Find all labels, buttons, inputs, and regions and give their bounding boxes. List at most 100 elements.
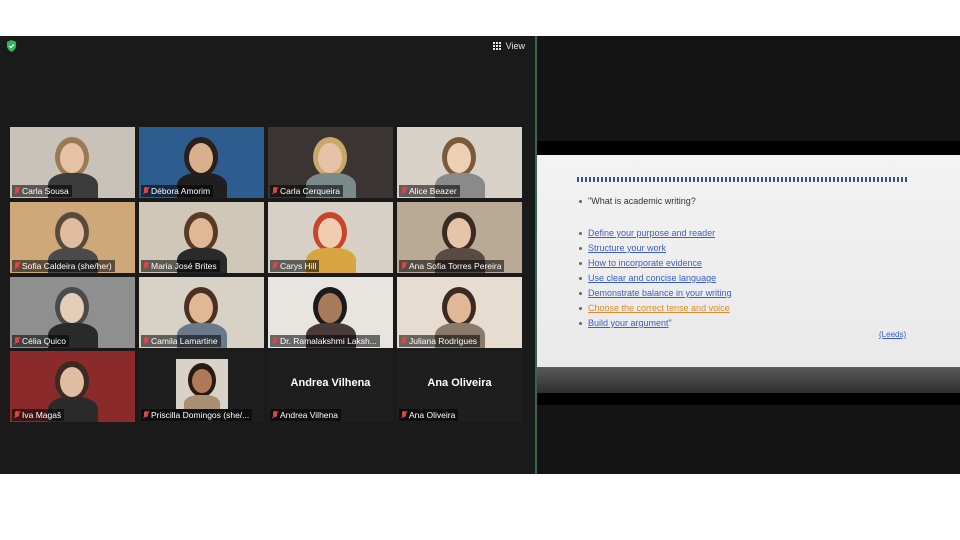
person-face — [318, 143, 342, 173]
participant-name-tag: Maria José Brites — [141, 260, 220, 272]
slide-link[interactable]: How to incorporate evidence — [588, 258, 702, 268]
slide-link-list: Define your purpose and reader Structure … — [579, 226, 732, 331]
gallery-view: View Carla Sousa Débora Amorim Carla Cerqu… — [0, 36, 535, 474]
slide-list-item: How to incorporate evidence — [579, 256, 732, 271]
person-face — [60, 143, 84, 173]
participant-tile[interactable]: Célia Quico — [10, 277, 135, 348]
slide-list-item: Define your purpose and reader — [579, 226, 732, 241]
participant-tile[interactable]: Alice Beazer — [397, 127, 522, 198]
person-face — [60, 293, 84, 323]
participant-tile[interactable]: Priscilla Domingos (she/... — [139, 351, 264, 422]
participant-tile[interactable]: Dr. Ramalakshmi Laksh... — [268, 277, 393, 348]
person-face — [318, 293, 342, 323]
participant-name-tag: Sofia Caldeira (she/her) — [12, 260, 115, 272]
slide-question-text: "What is academic writing? — [588, 196, 696, 206]
muted-mic-icon — [14, 411, 20, 419]
bullet-icon — [579, 307, 582, 311]
muted-mic-icon — [14, 262, 20, 270]
participant-name: Priscilla Domingos (she/... — [151, 410, 250, 420]
person-face — [60, 218, 84, 248]
muted-mic-icon — [14, 187, 20, 195]
participant-name-tag: Célia Quico — [12, 335, 69, 347]
view-button[interactable]: View — [492, 39, 525, 53]
slide-link[interactable]: Build your argument — [588, 318, 669, 328]
muted-mic-icon — [272, 262, 278, 270]
participant-tile[interactable]: Ana Oliveira Ana Oliveira — [397, 351, 522, 422]
participant-tile[interactable]: Andrea Vilhena Andrea Vilhena — [268, 351, 393, 422]
slide-list-item: Use clear and concise language — [579, 271, 732, 286]
slide-link[interactable]: Demonstrate balance in your writing — [588, 288, 732, 298]
participant-name: Débora Amorim — [151, 186, 211, 196]
participant-tile[interactable]: Carla Cerqueira — [268, 127, 393, 198]
person-face — [447, 143, 471, 173]
slide-letterbox-black — [537, 393, 960, 405]
participant-name-tag: Dr. Ramalakshmi Laksh... — [270, 335, 380, 347]
participant-name-tag: Alice Beazer — [399, 185, 460, 197]
participant-tile[interactable]: Maria José Brites — [139, 202, 264, 273]
muted-mic-icon — [401, 187, 407, 195]
participant-tile[interactable]: Ana Sofia Torres Pereira — [397, 202, 522, 273]
view-label: View — [505, 41, 525, 51]
participant-tile[interactable]: Carys Hill — [268, 202, 393, 273]
slide-list-item: Build your argument" — [579, 316, 732, 331]
bullet-icon — [579, 322, 582, 326]
bullet-icon — [579, 277, 582, 281]
participant-name: Andrea Vilhena — [280, 410, 338, 420]
participant-name: Maria José Brites — [151, 261, 217, 271]
participant-name: Dr. Ramalakshmi Laksh... — [280, 336, 377, 346]
participant-name: Sofia Caldeira (she/her) — [22, 261, 112, 271]
participant-tile[interactable]: Carla Sousa — [10, 127, 135, 198]
participant-name-tag: Carla Cerqueira — [270, 185, 343, 197]
participant-tile[interactable]: Juliana Rodrigues — [397, 277, 522, 348]
person-face — [189, 293, 213, 323]
participant-tile[interactable]: Iva Magaš — [10, 351, 135, 422]
participant-name: Ana Sofia Torres Pereira — [409, 261, 502, 271]
profile-photo — [176, 359, 228, 409]
participant-tile[interactable]: Sofia Caldeira (she/her) — [10, 202, 135, 273]
slide-link[interactable]: Structure your work — [588, 243, 666, 253]
person-face — [447, 293, 471, 323]
participant-tile[interactable]: Débora Amorim — [139, 127, 264, 198]
video-off-name: Andrea Vilhena — [290, 377, 371, 389]
participant-name-tag: Juliana Rodrigues — [399, 335, 481, 347]
video-off-name: Ana Oliveira — [427, 377, 492, 389]
muted-mic-icon — [401, 411, 407, 419]
muted-mic-icon — [401, 337, 407, 345]
participant-name: Ana Oliveira — [409, 410, 456, 420]
closing-quote: " — [668, 318, 672, 328]
participant-name: Alice Beazer — [409, 186, 457, 196]
presentation-slide: "What is academic writing? Define your p… — [537, 155, 960, 367]
person-face — [189, 218, 213, 248]
participant-name: Camila Lamartine — [151, 336, 218, 346]
muted-mic-icon — [272, 411, 278, 419]
security-shield-icon[interactable] — [6, 40, 17, 52]
participant-name-tag: Carla Sousa — [12, 185, 72, 197]
muted-mic-icon — [143, 411, 149, 419]
shared-screen: "What is academic writing? Define your p… — [537, 36, 960, 474]
participant-name-tag: Camila Lamartine — [141, 335, 221, 347]
muted-mic-icon — [143, 337, 149, 345]
participant-name-tag: Débora Amorim — [141, 185, 214, 197]
muted-mic-icon — [143, 187, 149, 195]
slide-source-link[interactable]: (Leeds) — [879, 330, 906, 339]
slide-link[interactable]: Use clear and concise language — [588, 273, 716, 283]
participant-name-tag: Priscilla Domingos (she/... — [141, 409, 253, 421]
slide-letterbox-bottom — [537, 367, 960, 393]
bullet-icon — [579, 247, 582, 251]
bullet-icon — [579, 292, 582, 296]
slide-list-item: Demonstrate balance in your writing — [579, 286, 732, 301]
slide-link[interactable]: Choose the correct tense and voice — [588, 303, 730, 313]
muted-mic-icon — [14, 337, 20, 345]
participant-name: Iva Magaš — [22, 410, 62, 420]
participant-name: Célia Quico — [22, 336, 66, 346]
participant-name: Juliana Rodrigues — [409, 336, 478, 346]
participant-name: Carla Sousa — [22, 186, 69, 196]
participant-name-tag: Ana Oliveira — [399, 409, 459, 421]
slide-link[interactable]: Define your purpose and reader — [588, 228, 715, 238]
participant-name: Carla Cerqueira — [280, 186, 340, 196]
muted-mic-icon — [401, 262, 407, 270]
participant-tile[interactable]: Camila Lamartine — [139, 277, 264, 348]
participant-name: Carys Hill — [280, 261, 317, 271]
participant-name-tag: Ana Sofia Torres Pereira — [399, 260, 505, 272]
bullet-icon — [579, 262, 582, 266]
